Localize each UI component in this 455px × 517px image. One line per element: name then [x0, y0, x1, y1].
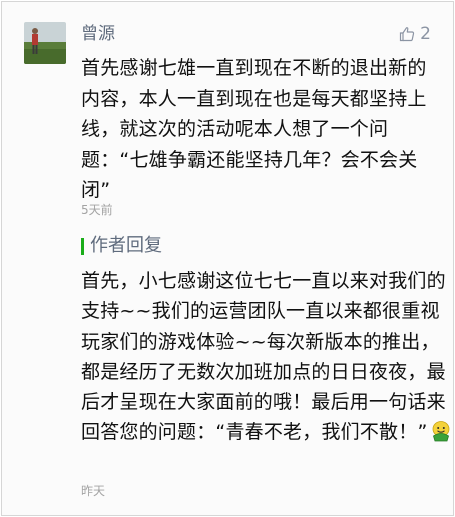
comment-text: 首先感谢七雄一直到现在不断的退出新的内容，本人一直到现在也是每天都坚持上线，就这… [81, 57, 427, 201]
comment-author[interactable]: 曾源 [81, 22, 115, 46]
thumbs-up-icon [400, 27, 415, 42]
comment-card: 曾源 2 首先感谢七雄一直到现在不断的退出新的内容，本人一直到现在也是每天都坚持… [1, 1, 454, 516]
avatar-photo-icon [24, 22, 66, 64]
reply-text: 首先，小七感谢这位七七一直以来对我们的支持~~我们的运营团队一直以来都很重视玩家… [81, 270, 446, 444]
like-button[interactable]: 2 [399, 22, 431, 46]
like-count: 2 [420, 24, 431, 44]
user-avatar[interactable] [24, 22, 66, 64]
reply-header: 作者回复 [81, 234, 447, 258]
reply-text-container: 首先，小七感谢这位七七一直以来对我们的支持~~我们的运营团队一直以来都很重视玩家… [81, 266, 453, 452]
reply-accent-bar [81, 237, 84, 255]
reply-time: 昨天 [81, 484, 106, 498]
reply-label: 作者回复 [90, 235, 162, 256]
smiley-face-icon [430, 420, 452, 451]
author-reply-section: 作者回复 [81, 234, 447, 258]
comment-time: 5天前 [81, 203, 113, 217]
